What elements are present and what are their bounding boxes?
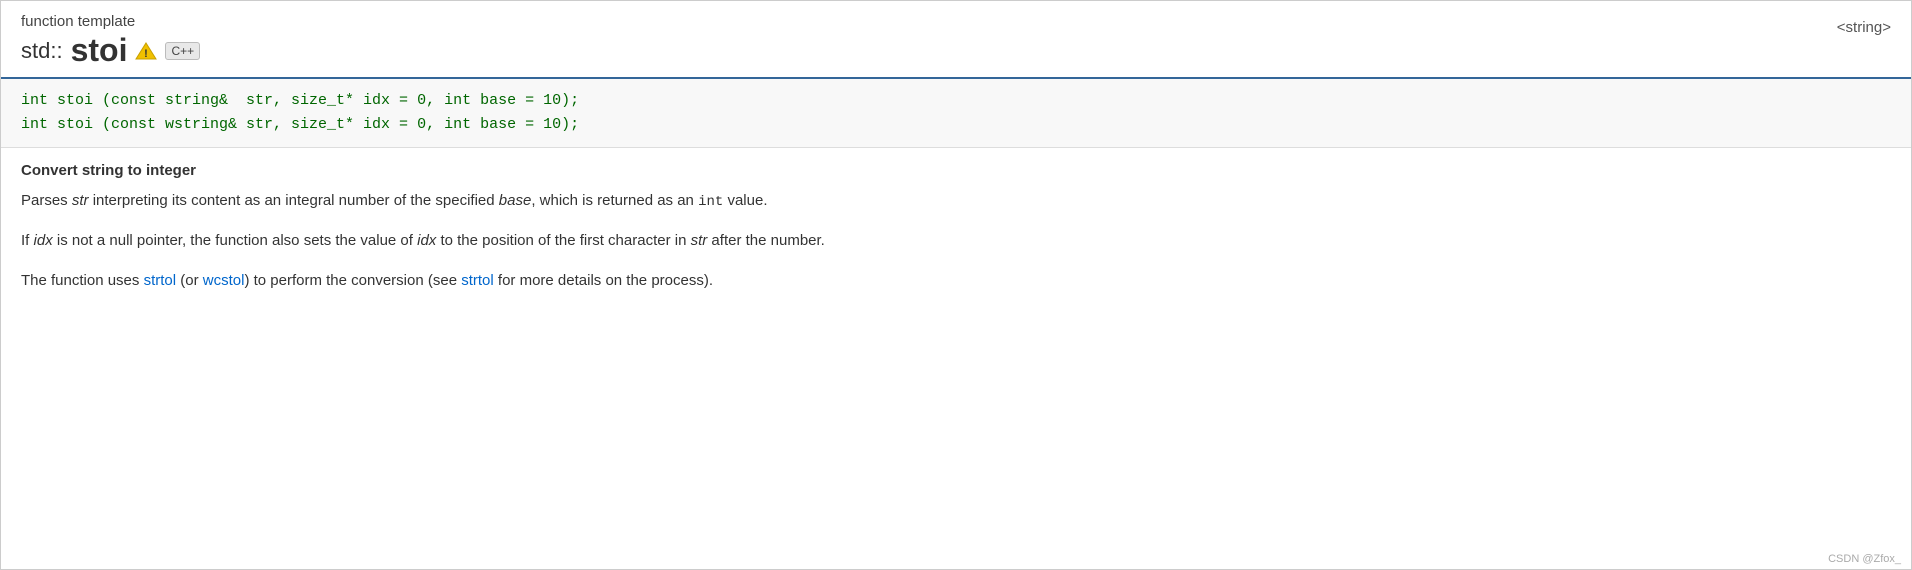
- main-container: function template std::stoi ! C++ <strin…: [0, 0, 1912, 570]
- paragraph-2: If idx is not a null pointer, the functi…: [21, 229, 1891, 253]
- p3-text-end: for more details on the process).: [494, 272, 713, 289]
- code-section: int stoi (const string& str, size_t* idx…: [1, 79, 1911, 148]
- p1-int-code: int: [698, 194, 723, 210]
- warning-icon: !: [135, 41, 157, 61]
- p1-text-end: value.: [723, 192, 767, 209]
- p2-text-mid1: is not a null pointer, the function also…: [53, 232, 417, 249]
- p1-str: str: [72, 192, 89, 209]
- code-line-1: int stoi (const string& str, size_t* idx…: [21, 89, 1891, 113]
- p2-text-end: after the number.: [707, 232, 825, 249]
- paragraph-3: The function uses strtol (or wcstol) to …: [21, 269, 1891, 293]
- watermark: CSDN @Zfox_: [1828, 553, 1901, 565]
- p1-text-mid1: interpreting its content as an integral …: [89, 192, 499, 209]
- p1-base: base: [499, 192, 532, 209]
- p2-idx2: idx: [417, 232, 436, 249]
- strtol-link-1[interactable]: strtol: [144, 272, 177, 289]
- p3-text-mid2: ) to perform the conversion (see: [244, 272, 461, 289]
- paragraph-1: Parses str interpreting its content as a…: [21, 189, 1891, 213]
- svg-text:!: !: [145, 48, 149, 60]
- p1-text-before: Parses: [21, 192, 72, 209]
- p2-text-before: If: [21, 232, 34, 249]
- code-line-2: int stoi (const wstring& str, size_t* id…: [21, 113, 1891, 137]
- strtol-link-2[interactable]: strtol: [461, 272, 494, 289]
- p2-text-mid2: to the position of the first character i…: [436, 232, 690, 249]
- cpp-badge: C++: [165, 42, 200, 60]
- wcstol-link[interactable]: wcstol: [203, 272, 245, 289]
- std-prefix: std::: [21, 38, 63, 64]
- p2-str: str: [691, 232, 708, 249]
- p3-text-mid1: (or: [176, 272, 203, 289]
- content-section: Convert string to integer Parses str int…: [1, 148, 1911, 329]
- string-header-label: <string>: [1837, 19, 1891, 36]
- p1-text-mid2: , which is returned as an: [531, 192, 698, 209]
- p2-idx: idx: [34, 232, 53, 249]
- section-heading: Convert string to integer: [21, 162, 1891, 179]
- p3-text-before: The function uses: [21, 272, 144, 289]
- function-name: stoi: [71, 32, 128, 69]
- function-name-row: std::stoi ! C++: [21, 32, 1891, 69]
- function-template-label: function template: [21, 13, 1891, 30]
- header-section: function template std::stoi ! C++ <strin…: [1, 1, 1911, 79]
